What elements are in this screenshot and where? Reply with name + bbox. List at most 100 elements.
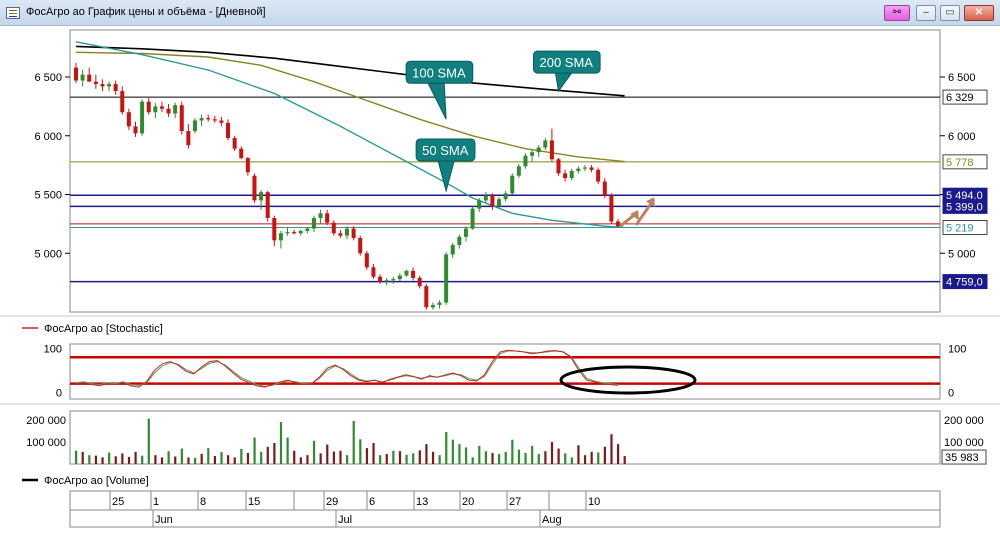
candle-body [397,275,402,280]
candle-body [292,232,297,234]
candle-body [107,84,112,87]
volume-bar [517,449,521,464]
volume-bar [266,446,269,464]
candle-body [186,131,191,146]
volume-bar [577,445,580,464]
candle-body [470,208,475,229]
volume-bar [207,448,210,464]
candle-body [391,279,396,281]
volume-bar [141,455,144,464]
volume-bar [425,444,428,464]
volume-bar [154,455,157,464]
candle-body [318,213,323,218]
candle-body [133,126,138,134]
volume-bar [193,457,197,464]
link-button[interactable]: ⚯ [884,5,910,21]
day-label: 13 [416,496,428,508]
volume-bar [451,439,454,464]
stoch-tick-label-right: 100 [948,343,966,355]
volume-bar [127,456,131,464]
close-button[interactable]: ✕ [964,5,994,21]
candle-body [483,195,488,201]
volume-bar [312,440,316,464]
candle-body [285,232,290,234]
candle-body [378,276,383,282]
candle-body [345,228,349,236]
candle-body [543,140,548,148]
volume-bar [392,450,395,464]
candle-body [450,245,455,255]
candle-body [503,193,508,200]
candle-body [444,254,449,303]
volume-bar [187,457,190,464]
candle-body [596,169,601,182]
candle-body [146,101,151,113]
day-label: 25 [112,496,124,508]
candle-body [219,120,224,123]
maximize-button[interactable]: ▭ [940,5,960,21]
callout-label: 50 SMA [422,143,469,158]
candle-body [510,175,515,194]
candle-body [298,230,303,234]
volume-tick-label-right: 200 000 [944,415,984,427]
volume-bar [359,439,362,464]
volume-bar [233,457,236,464]
volume-bar [293,450,296,464]
volume-bar [431,451,435,464]
volume-bar [273,443,276,464]
candle-body [173,105,178,114]
volume-bar [114,456,117,464]
price-tick-label-right: 5 000 [948,248,976,260]
volume-bar [319,453,322,464]
volume-bar [279,422,283,464]
price-tick-label-right: 6 500 [948,72,976,84]
volume-bar [617,444,620,464]
volume-bar [88,455,91,464]
candle-body [153,106,158,113]
volume-bar [160,457,164,464]
candle-body [338,233,343,236]
candle-body [179,105,184,132]
candle-body [226,122,231,139]
price-tick-label-left: 6 500 [34,72,62,84]
volume-bar [108,452,111,464]
candle-body [364,253,369,268]
candle-body [278,233,283,241]
window-title: ФосАгро ао График цены и объёма - [Дневн… [26,6,266,18]
price-value-label: 5 219 [946,223,974,235]
volume-bar [167,451,170,464]
candle-body [80,74,85,81]
candle-body [212,119,217,121]
volume-bar [352,420,355,464]
candle-body [252,175,257,201]
volume-tick-label-right: 100 000 [944,437,984,449]
volume-bar [471,457,474,464]
candle-body [616,221,620,227]
volume-bar [398,451,402,464]
candle-body [576,168,581,171]
volume-bar [75,450,78,464]
candle-body [199,118,204,121]
volume-bar [306,455,309,464]
callout-label: 200 SMA [540,55,594,70]
volume-bar [299,457,302,464]
candle-body [556,159,561,174]
candle-body [523,155,528,167]
volume-bar [564,453,567,464]
day-label: 6 [369,496,375,508]
candle-body [166,108,171,114]
price-value-label: 4 759,0 [946,277,983,289]
day-label: 10 [588,496,600,508]
window-titlebar: ФосАгро ао График цены и объёма - [Дневн… [0,0,1000,26]
volume-bar [94,455,98,464]
candle-body [87,74,92,82]
candle-body [430,304,435,308]
price-tick-label-left: 5 500 [34,190,62,202]
volume-bar [464,447,468,464]
minimize-button[interactable]: – [916,5,936,21]
stochastic-legend: ФосАгро ао [Stochastic] [44,323,163,335]
candle-body [305,228,310,231]
volume-bar [174,456,177,464]
candle-body [609,195,614,222]
day-label: 20 [462,496,474,508]
